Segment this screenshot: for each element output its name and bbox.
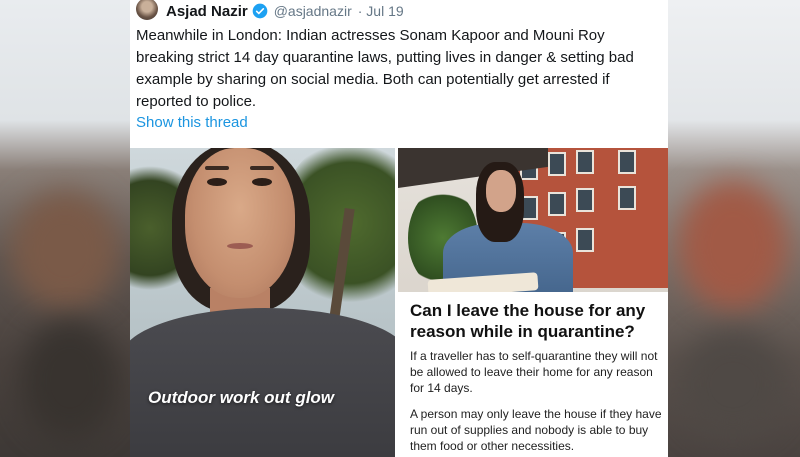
author-name[interactable]: Asjad Nazir bbox=[166, 3, 248, 20]
tweet-date[interactable]: · Jul 19 bbox=[358, 3, 404, 19]
blurred-background-left bbox=[0, 0, 130, 457]
image-caption: Outdoor work out glow bbox=[148, 388, 335, 407]
avatar[interactable] bbox=[136, 0, 158, 20]
media-image-right[interactable]: Can I leave the house for any reason whi… bbox=[398, 148, 668, 457]
tweet-card: Asjad Nazir @asjadnazir · Jul 19 Meanwhi… bbox=[130, 0, 668, 457]
author-handle[interactable]: @asjadnazir bbox=[274, 3, 352, 19]
person-face bbox=[185, 148, 295, 298]
show-thread-link[interactable]: Show this thread bbox=[136, 114, 248, 131]
blurred-background-right bbox=[668, 0, 800, 457]
article-paragraph-2: A person may only leave the house if the… bbox=[410, 407, 662, 453]
tweet-header: Asjad Nazir @asjadnazir · Jul 19 bbox=[136, 0, 404, 22]
article-excerpt: Can I leave the house for any reason whi… bbox=[398, 292, 668, 457]
media-image-left[interactable]: Outdoor work out glow bbox=[130, 148, 395, 457]
tweet-text: Meanwhile in London: Indian actresses So… bbox=[136, 27, 634, 110]
article-title: Can I leave the house for any reason whi… bbox=[410, 301, 646, 341]
verified-badge-icon bbox=[252, 3, 268, 19]
article-paragraph-1: If a traveller has to self-quarantine th… bbox=[410, 349, 658, 395]
